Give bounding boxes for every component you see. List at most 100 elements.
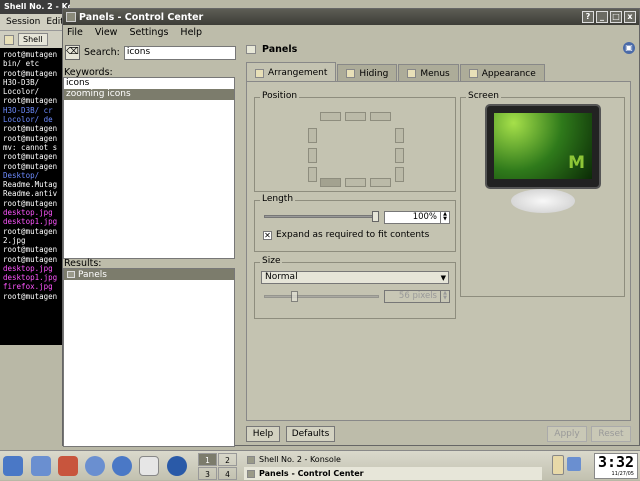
position-right-bottom[interactable] bbox=[395, 167, 404, 182]
tab-appearance[interactable]: Appearance bbox=[459, 64, 545, 82]
terminal-line: root@mutagen bbox=[3, 254, 58, 264]
browser-icon[interactable] bbox=[85, 456, 105, 476]
konsole-new-session-icon[interactable] bbox=[4, 34, 14, 45]
position-bottom-center[interactable] bbox=[345, 178, 366, 187]
module-help-icon[interactable]: ▣ bbox=[623, 42, 635, 54]
defaults-button[interactable]: Defaults bbox=[286, 426, 335, 442]
kmenu-icon[interactable] bbox=[3, 456, 23, 476]
position-bottom-left[interactable] bbox=[320, 178, 341, 187]
position-top-left[interactable] bbox=[320, 112, 341, 121]
desktop-pager-3[interactable]: 3 bbox=[198, 467, 217, 480]
help-button[interactable]: Help bbox=[246, 426, 280, 442]
menu-help[interactable]: Help bbox=[180, 27, 202, 38]
desktop-pager-1[interactable]: 1 bbox=[198, 453, 217, 466]
position-left-top[interactable] bbox=[308, 128, 317, 143]
search-label: Search: bbox=[84, 47, 120, 58]
maximize-button[interactable]: □ bbox=[610, 11, 622, 23]
clear-text-icon[interactable]: ⌫ bbox=[65, 45, 80, 60]
spin-arrows-icon[interactable]: ▲ ▼ bbox=[440, 212, 449, 223]
terminal-line: root@mutagen bbox=[3, 291, 58, 301]
size-group: Size Normal ▼ 56 pixels ▲ ▼ bbox=[254, 256, 456, 319]
control-center-icon bbox=[247, 469, 255, 478]
arrangement-panel: Position Screen M Length 100% ▲ ▼ ✕ Expa… bbox=[246, 81, 631, 421]
terminal-line: root@mutagen bbox=[3, 133, 58, 143]
result-item-panels[interactable]: Panels bbox=[64, 269, 234, 280]
screen-label: Screen bbox=[466, 91, 501, 101]
module-header: Panels bbox=[246, 44, 297, 55]
position-bottom-right[interactable] bbox=[370, 178, 391, 187]
close-button[interactable]: x bbox=[624, 11, 636, 23]
menu-view[interactable]: View bbox=[95, 27, 118, 38]
length-slider[interactable] bbox=[264, 215, 379, 218]
menu-file[interactable]: File bbox=[67, 27, 83, 38]
size-select[interactable]: Normal ▼ bbox=[261, 271, 449, 284]
clock-time: 3:32 bbox=[597, 453, 635, 471]
position-left-bottom[interactable] bbox=[308, 167, 317, 182]
expand-label: Expand as required to fit contents bbox=[276, 230, 430, 240]
results-list[interactable]: Panels bbox=[63, 268, 235, 447]
tab-hiding[interactable]: Hiding bbox=[337, 64, 398, 82]
tab-label: Hiding bbox=[359, 68, 389, 79]
hiding-icon bbox=[346, 69, 356, 78]
konsole-terminal[interactable]: root@mutagen bin/ etc root@mutagen H3O-D3B/… bbox=[0, 48, 70, 343]
konsole-tab-shell[interactable]: Shell bbox=[18, 33, 48, 46]
apply-button[interactable]: Apply bbox=[547, 426, 587, 442]
size-custom-value: 56 pixels bbox=[398, 291, 437, 301]
terminal-line: H3O-D3B/ cr bbox=[3, 105, 53, 115]
konsole-icon bbox=[247, 455, 255, 464]
window-titlebar[interactable]: Panels - Control Center ? _ □ x bbox=[63, 9, 639, 25]
kmail-icon[interactable] bbox=[112, 456, 132, 476]
position-top-center[interactable] bbox=[345, 112, 366, 121]
length-group: Length 100% ▲ ▼ ✕ Expand as required to f… bbox=[254, 194, 456, 252]
position-left-center[interactable] bbox=[308, 148, 317, 163]
terminal-line: 2.jpg bbox=[3, 235, 26, 245]
size-slider bbox=[264, 295, 379, 298]
whats-this-button[interactable]: ? bbox=[582, 11, 594, 23]
expand-checkbox[interactable]: ✕ bbox=[263, 230, 272, 240]
terminal-line: Desktop/ bbox=[3, 170, 40, 180]
expand-checkbox-row[interactable]: ✕ Expand as required to fit contents bbox=[263, 230, 429, 240]
keyword-item[interactable]: icons bbox=[64, 78, 234, 89]
desktop-icon[interactable] bbox=[31, 456, 51, 476]
module-title: Panels bbox=[262, 44, 298, 55]
clipboard-icon[interactable] bbox=[552, 455, 564, 475]
result-item-label: Panels bbox=[78, 269, 107, 280]
minimize-button[interactable]: _ bbox=[596, 11, 608, 23]
keyword-item-selected[interactable]: zooming icons bbox=[64, 89, 234, 100]
reset-button[interactable]: Reset bbox=[591, 426, 631, 442]
chevron-down-icon: ▼ bbox=[440, 274, 446, 282]
monitor-stand bbox=[511, 189, 575, 213]
position-right-top[interactable] bbox=[395, 128, 404, 143]
terminal-line: Readme.antiv bbox=[3, 189, 58, 199]
task-control-center[interactable]: Panels - Control Center bbox=[244, 467, 542, 480]
length-spinbox[interactable]: 100% ▲ ▼ bbox=[384, 211, 450, 224]
position-right-center[interactable] bbox=[395, 148, 404, 163]
home-icon[interactable] bbox=[58, 456, 78, 476]
task-label: Shell No. 2 - Konsole bbox=[259, 455, 341, 464]
search-input[interactable]: icons bbox=[123, 45, 236, 60]
keywords-list[interactable]: icons zooming icons bbox=[63, 77, 235, 259]
help-icon[interactable] bbox=[167, 456, 187, 476]
konsole-window: Shell No. 2 - Konsole Session Edit Shell… bbox=[0, 0, 70, 345]
konsole-menu-session[interactable]: Session bbox=[6, 17, 40, 27]
terminal-line: root@mutagen bbox=[3, 226, 58, 236]
length-slider-handle[interactable] bbox=[372, 211, 379, 222]
clock[interactable]: 3:32 11/27/05 bbox=[594, 453, 638, 479]
tab-menus[interactable]: Menus bbox=[398, 64, 459, 82]
task-konsole[interactable]: Shell No. 2 - Konsole bbox=[244, 453, 542, 466]
files-icon[interactable] bbox=[139, 456, 159, 476]
terminal-line: desktop1.jpg bbox=[3, 217, 58, 227]
terminal-line: bin/ etc bbox=[3, 59, 40, 69]
desktop-pager-4[interactable]: 4 bbox=[218, 467, 237, 480]
terminal-line: root@mutagen bbox=[3, 161, 58, 171]
menu-settings[interactable]: Settings bbox=[129, 27, 168, 38]
tab-arrangement[interactable]: Arrangement bbox=[246, 62, 337, 83]
network-icon[interactable] bbox=[567, 457, 581, 471]
terminal-line: Readme.Mutag bbox=[3, 180, 58, 190]
tab-label: Arrangement bbox=[268, 68, 328, 78]
terminal-line: Locolor/ de bbox=[3, 115, 53, 125]
screen-monitor[interactable]: M bbox=[485, 104, 601, 189]
position-top-right[interactable] bbox=[370, 112, 391, 121]
length-label: Length bbox=[260, 194, 296, 204]
desktop-pager-2[interactable]: 2 bbox=[218, 453, 237, 466]
